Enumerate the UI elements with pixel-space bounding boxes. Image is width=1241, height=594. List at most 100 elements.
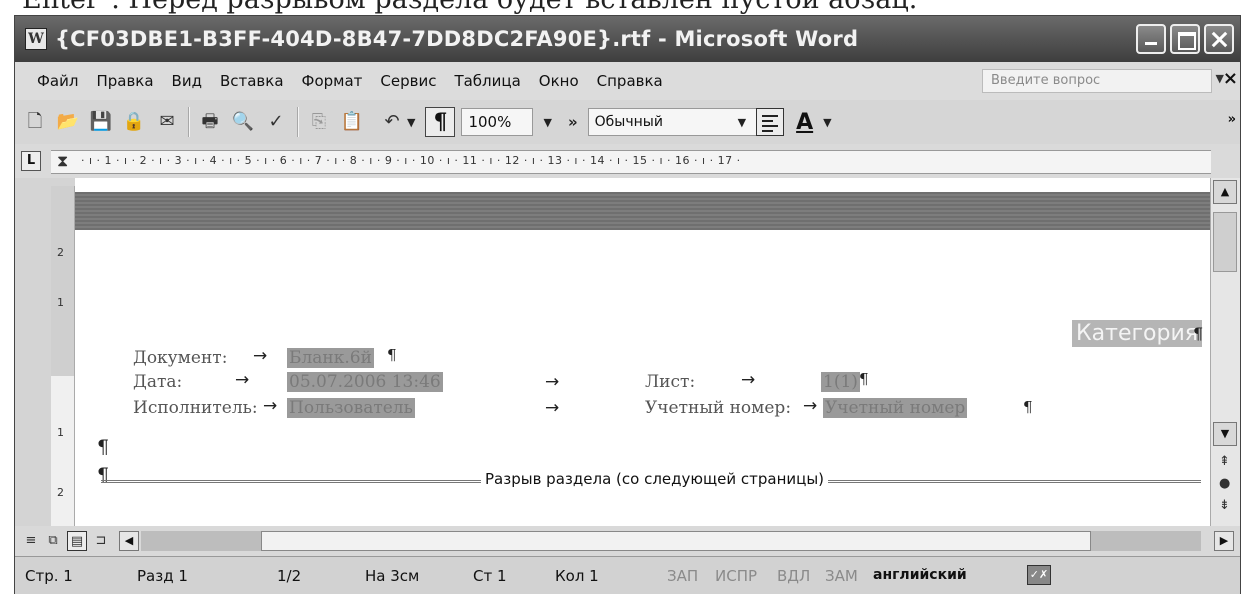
word-document-icon: W bbox=[25, 28, 47, 50]
tab-arrow-icon: → bbox=[545, 398, 560, 418]
scroll-right-button[interactable]: ▶ bbox=[1214, 531, 1234, 551]
ruler-marks: · ı · 1 · ı · 2 · ı · 3 · ı · 4 · ı · 5 … bbox=[81, 154, 741, 167]
save-icon[interactable]: 💾 bbox=[88, 109, 114, 135]
previous-page-icon[interactable]: ⇞ bbox=[1219, 454, 1230, 469]
status-page: Стр. 1 bbox=[25, 567, 73, 585]
print-preview-icon[interactable]: 🔍 bbox=[230, 109, 256, 135]
document-close-icon[interactable]: × bbox=[1223, 68, 1238, 89]
date-label: Дата: bbox=[133, 372, 183, 392]
toolbar-separator bbox=[188, 107, 190, 137]
scroll-up-button[interactable]: ▲ bbox=[1213, 180, 1237, 204]
web-layout-icon[interactable]: ⧉ bbox=[43, 531, 63, 551]
outline-view-icon[interactable]: ⊐ bbox=[91, 531, 111, 551]
font-color-dropdown-icon[interactable]: ▼ bbox=[823, 116, 831, 129]
paragraph-mark: ¶ bbox=[1023, 398, 1033, 416]
page-header-band bbox=[75, 192, 1212, 230]
title-bar[interactable]: W {CF03DBE1-B3FF-404D-8B47-7DD8DC2FA90E}… bbox=[15, 16, 1240, 62]
help-question-input[interactable]: Введите вопрос bbox=[982, 69, 1212, 93]
menu-format[interactable]: Формат bbox=[302, 72, 363, 90]
window-title: {CF03DBE1-B3FF-404D-8B47-7DD8DC2FA90E}.r… bbox=[55, 27, 859, 51]
standard-toolbar: 🗋 📂 💾 🔒 ✉ 🖶 🔍 ✓ ⎘ 📋 ↶ ▼ ¶ 100% ▼ » Обычн… bbox=[15, 100, 1240, 144]
word-window: W {CF03DBE1-B3FF-404D-8B47-7DD8DC2FA90E}… bbox=[14, 15, 1241, 594]
permission-icon[interactable]: 🔒 bbox=[121, 109, 147, 135]
paragraph-mark: ¶ bbox=[387, 346, 397, 364]
indent-marker-icon[interactable]: ⧗ bbox=[57, 151, 73, 173]
window-controls bbox=[1136, 24, 1234, 54]
paste-icon[interactable]: 📋 bbox=[339, 109, 365, 135]
menu-tools[interactable]: Сервис bbox=[380, 72, 436, 90]
status-language[interactable]: английский bbox=[873, 567, 967, 583]
spelling-icon[interactable]: ✓ bbox=[263, 109, 289, 135]
ruler-row: L ⧗ · ı · 1 · ı · 2 · ı · 3 · ı · 4 · ı … bbox=[15, 144, 1240, 178]
scroll-down-button[interactable]: ▼ bbox=[1213, 422, 1237, 446]
copy-icon[interactable]: ⎘ bbox=[306, 109, 332, 135]
style-field[interactable]: Обычный bbox=[587, 108, 758, 136]
select-browse-object-icon[interactable]: ● bbox=[1219, 476, 1230, 491]
status-position: На 3см bbox=[365, 567, 420, 585]
maximize-button[interactable] bbox=[1170, 24, 1200, 54]
email-icon[interactable]: ✉ bbox=[154, 109, 180, 135]
toolbar-separator bbox=[297, 107, 299, 137]
menu-window[interactable]: Окно bbox=[539, 72, 579, 90]
status-bar: Стр. 1 Разд 1 1/2 На 3см Ст 1 Кол 1 ЗАП … bbox=[15, 556, 1240, 594]
section-break-label: Разрыв раздела (со следующей страницы) bbox=[481, 470, 829, 488]
status-extend-selection[interactable]: ВДЛ bbox=[777, 567, 810, 585]
document-label: Документ: bbox=[133, 348, 228, 368]
vertical-ruler[interactable]: 2 1 1 2 bbox=[51, 186, 75, 536]
zoom-dropdown-icon[interactable]: ▼ bbox=[543, 116, 551, 129]
print-layout-icon[interactable]: ▤ bbox=[67, 531, 87, 551]
normal-view-icon[interactable]: ≡ bbox=[21, 531, 41, 551]
tab-arrow-icon: → bbox=[235, 370, 250, 390]
menu-bar: Файл Правка Вид Вставка Формат Сервис Та… bbox=[15, 62, 1240, 100]
style-dropdown-icon[interactable]: ▼ bbox=[738, 116, 746, 129]
font-color-icon[interactable]: A bbox=[796, 110, 813, 135]
align-left-button[interactable] bbox=[756, 108, 785, 136]
status-line: Ст 1 bbox=[473, 567, 507, 585]
status-track-changes[interactable]: ИСПР bbox=[715, 567, 757, 585]
status-column: Кол 1 bbox=[555, 567, 599, 585]
sheet-label: Лист: bbox=[645, 372, 696, 392]
executor-field: Пользователь bbox=[287, 398, 415, 418]
tab-arrow-icon: → bbox=[263, 396, 278, 416]
tab-arrow-icon: → bbox=[803, 396, 818, 416]
menu-table[interactable]: Таблица bbox=[454, 72, 520, 90]
vertical-ruler-mark: 2 bbox=[57, 246, 64, 259]
vertical-ruler-mark: 1 bbox=[57, 426, 64, 439]
menu-file[interactable]: Файл bbox=[37, 72, 78, 90]
horizontal-ruler[interactable]: ⧗ · ı · 1 · ı · 2 · ı · 3 · ı · 4 · ı · … bbox=[51, 150, 1211, 174]
open-folder-icon[interactable]: 📂 bbox=[55, 109, 81, 135]
status-overtype[interactable]: ЗАМ bbox=[825, 567, 858, 585]
close-button[interactable] bbox=[1204, 24, 1234, 54]
sheet-field: 1(1) bbox=[821, 372, 860, 392]
menu-edit[interactable]: Правка bbox=[96, 72, 153, 90]
show-formatting-button[interactable]: ¶ bbox=[425, 107, 456, 137]
minimize-button[interactable] bbox=[1136, 24, 1166, 54]
horizontal-scroll-track[interactable] bbox=[141, 531, 1201, 551]
vertical-scroll-thumb[interactable] bbox=[1213, 212, 1237, 272]
next-page-icon[interactable]: ⇟ bbox=[1219, 498, 1230, 513]
vertical-ruler-mark: 1 bbox=[57, 296, 64, 309]
undo-dropdown-icon[interactable]: ▼ bbox=[407, 116, 415, 129]
print-icon[interactable]: 🖶 bbox=[197, 109, 223, 135]
section-break-line: Разрыв раздела (со следующей страницы) bbox=[101, 470, 1201, 494]
status-section: Разд 1 bbox=[137, 567, 188, 585]
menu-insert[interactable]: Вставка bbox=[220, 72, 284, 90]
vertical-scrollbar[interactable]: ▲ ▼ ⇞ ● ⇟ bbox=[1210, 178, 1240, 526]
undo-icon[interactable]: ↶ bbox=[379, 109, 405, 135]
menu-help[interactable]: Справка bbox=[597, 72, 663, 90]
document-page[interactable]: Категория ¶ Документ: → Бланк.6й ¶ Дата:… bbox=[75, 178, 1212, 526]
menu-view[interactable]: Вид bbox=[172, 72, 202, 90]
empty-paragraph-mark: ¶ bbox=[97, 436, 110, 458]
toolbar-options-chevron-icon[interactable]: » bbox=[568, 113, 578, 131]
horizontal-scroll-thumb[interactable] bbox=[261, 531, 1091, 551]
account-number-label: Учетный номер: bbox=[645, 398, 792, 418]
new-document-icon[interactable]: 🗋 bbox=[22, 109, 48, 135]
tab-stop-selector[interactable]: L bbox=[21, 151, 41, 171]
tab-arrow-icon: → bbox=[253, 346, 268, 366]
zoom-field[interactable]: 100% bbox=[461, 108, 534, 136]
tab-arrow-icon: → bbox=[545, 372, 560, 392]
scroll-left-button[interactable]: ◀ bbox=[119, 531, 139, 551]
status-record-macro[interactable]: ЗАП bbox=[667, 567, 698, 585]
spelling-status-icon[interactable]: ✓✗ bbox=[1027, 565, 1051, 585]
toolbar-more-chevron-icon[interactable]: » bbox=[1228, 112, 1236, 127]
